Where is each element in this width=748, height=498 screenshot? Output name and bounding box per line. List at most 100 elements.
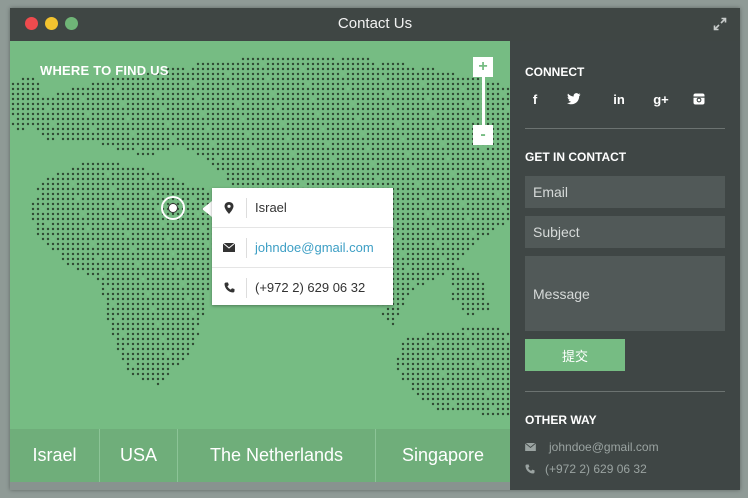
submit-button[interactable]: 提交 (525, 339, 625, 371)
map-dot (301, 72, 305, 76)
map-dot (101, 202, 105, 206)
map-dot (196, 112, 200, 116)
linkedin-icon[interactable]: in (609, 89, 651, 109)
map-dot (206, 72, 210, 76)
map-dot (211, 107, 215, 111)
map-dot (461, 347, 465, 351)
map-dot (496, 367, 500, 371)
map-dot (476, 227, 480, 231)
twitter-icon[interactable] (567, 89, 609, 109)
map-dot (501, 167, 505, 171)
zoom-in-button[interactable]: + (473, 57, 493, 77)
other-email[interactable]: johndoe@gmail.com (545, 440, 659, 454)
email-field[interactable] (525, 176, 725, 208)
map-dot (226, 162, 230, 166)
map-dot (451, 282, 455, 286)
map-dot (446, 212, 450, 216)
map-dot (131, 87, 135, 91)
map-dot (221, 162, 225, 166)
map-dot (486, 157, 490, 161)
location-marker[interactable] (161, 196, 185, 220)
map-dot (481, 232, 485, 236)
map-dot (71, 227, 75, 231)
map-dot (276, 177, 280, 181)
map-dot (416, 207, 420, 211)
tab-netherlands[interactable]: The Netherlands (178, 429, 376, 482)
map-dot (246, 182, 250, 186)
map-dot (411, 92, 415, 96)
map-dot (331, 177, 335, 181)
map-dot (126, 87, 130, 91)
map-dot (416, 127, 420, 131)
map-dot (466, 372, 470, 376)
map-dot (366, 142, 370, 146)
map-dot (71, 117, 75, 121)
map-dot (151, 227, 155, 231)
facebook-icon[interactable]: f (525, 89, 567, 109)
map-dot (441, 267, 445, 271)
map-dot (376, 112, 380, 116)
map-dot (126, 357, 130, 361)
map-dot (501, 142, 505, 146)
map-dot (231, 62, 235, 66)
map-dot (141, 132, 145, 136)
map-dot (121, 352, 125, 356)
map-dot (466, 302, 470, 306)
map-dot (401, 72, 405, 76)
map-dot (411, 137, 415, 141)
map-dot (66, 137, 70, 141)
map-area[interactable]: WHERE TO FIND US + - Israel johndoe@gmai… (10, 41, 510, 490)
subject-field[interactable] (525, 216, 725, 248)
tab-israel[interactable]: Israel (10, 429, 100, 482)
tab-singapore[interactable]: Singapore (376, 429, 510, 482)
map-dot (81, 87, 85, 91)
map-dot (326, 152, 330, 156)
map-dot (121, 287, 125, 291)
map-dot (96, 172, 100, 176)
map-dot (186, 257, 190, 261)
map-dot (101, 252, 105, 256)
map-dot (391, 97, 395, 101)
map-dot (471, 282, 475, 286)
map-dot (401, 282, 405, 286)
popup-email-link[interactable]: johndoe@gmail.com (255, 240, 374, 255)
map-dot (411, 172, 415, 176)
map-dot (181, 267, 185, 271)
map-dot (166, 277, 170, 281)
map-dot (476, 237, 480, 241)
map-dot (71, 137, 75, 141)
map-dot (201, 222, 205, 226)
map-dot (381, 167, 385, 171)
map-dot (401, 357, 405, 361)
map-dot (66, 107, 70, 111)
map-dot (461, 147, 465, 151)
map-dot (471, 292, 475, 296)
map-dot (386, 117, 390, 121)
map-dot (21, 122, 25, 126)
map-dot (136, 97, 140, 101)
map-dot (156, 177, 160, 181)
message-field[interactable] (525, 256, 725, 331)
map-dot (66, 212, 70, 216)
map-dot (436, 87, 440, 91)
google-plus-icon[interactable]: g+ (651, 89, 693, 109)
map-dot (271, 182, 275, 186)
map-dot (406, 87, 410, 91)
map-dot (106, 247, 110, 251)
map-dot (196, 297, 200, 301)
expand-icon[interactable] (712, 16, 728, 32)
map-dot (281, 72, 285, 76)
map-dot (346, 157, 350, 161)
map-dot (301, 107, 305, 111)
map-dot (206, 97, 210, 101)
map-dot (161, 147, 165, 151)
tab-usa[interactable]: USA (100, 429, 178, 482)
map-dot (121, 207, 125, 211)
map-dot (96, 252, 100, 256)
map-dot (416, 357, 420, 361)
map-dot (426, 352, 430, 356)
map-dot (196, 222, 200, 226)
zoom-out-button[interactable]: - (473, 125, 493, 145)
instagram-icon[interactable] (693, 89, 735, 109)
map-dot (186, 72, 190, 76)
